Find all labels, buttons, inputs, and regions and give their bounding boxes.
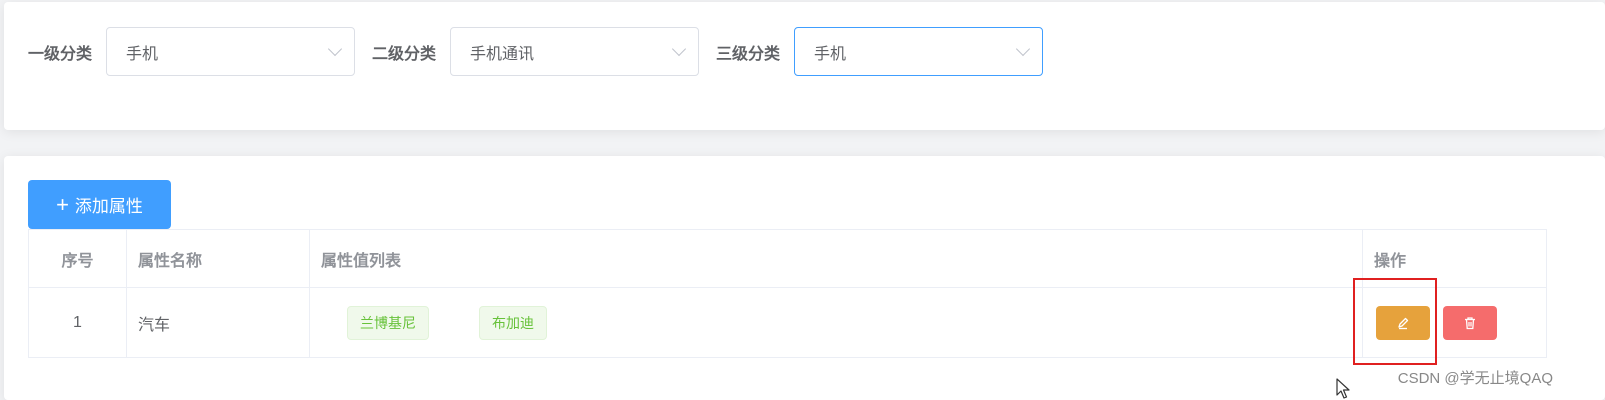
add-attribute-button[interactable]: + 添加属性 (28, 180, 171, 229)
row-index: 1 (29, 288, 127, 357)
header-index: 序号 (29, 230, 127, 287)
filter-level1: 一级分类 手机 (28, 27, 356, 76)
chevron-down-icon (327, 41, 343, 56)
chevron-down-icon (671, 41, 687, 56)
mouse-cursor-icon (1336, 378, 1350, 399)
plus-icon: + (56, 191, 69, 217)
add-attribute-label: 添加属性 (74, 197, 143, 216)
table-row: 1 汽车 兰博基尼 布加迪 (29, 288, 1546, 357)
filter-level3: 三级分类 手机 (716, 27, 1044, 76)
watermark: CSDN @学无止境QAQ (1397, 370, 1553, 387)
delete-button[interactable] (1443, 305, 1497, 340)
chevron-down-icon (1015, 41, 1031, 56)
filter-level2-label: 二级分类 (372, 45, 437, 63)
attribute-list-card: + 添加属性 序号 属性名称 属性值列表 操作 1 汽车 兰博基尼 布加迪 (4, 156, 1605, 400)
header-ops: 操作 (1374, 252, 1407, 270)
trash-icon (1465, 316, 1475, 329)
attribute-table: 序号 属性名称 属性值列表 操作 1 汽车 兰博基尼 布加迪 (28, 229, 1547, 358)
value-tag: 布加迪 (479, 305, 547, 340)
filter-level3-label: 三级分类 (716, 45, 781, 63)
filter-level2: 二级分类 手机通讯 (372, 27, 700, 76)
edit-icon (1398, 317, 1409, 329)
row-values: 兰博基尼 布加迪 (310, 288, 1363, 357)
level3-select-value: 手机 (814, 45, 847, 63)
level1-select[interactable]: 手机 (106, 27, 356, 76)
level3-select[interactable]: 手机 (794, 27, 1044, 76)
row-ops (1363, 288, 1546, 357)
value-tag: 兰博基尼 (347, 305, 429, 340)
header-values: 属性值列表 (310, 230, 1363, 287)
level2-select[interactable]: 手机通讯 (450, 27, 700, 76)
level2-select-value: 手机通讯 (470, 45, 535, 63)
category-filter-card: 一级分类 手机 二级分类 手机通讯 三级分类 手机 (4, 2, 1605, 130)
header-name: 属性名称 (127, 230, 310, 287)
value-tag-list: 兰博基尼 布加迪 (347, 305, 547, 340)
table-header-row: 序号 属性名称 属性值列表 操作 (29, 230, 1546, 288)
edit-button[interactable] (1376, 305, 1430, 340)
row-name: 汽车 (127, 288, 310, 357)
filter-level1-label: 一级分类 (28, 45, 93, 63)
level1-select-value: 手机 (126, 45, 159, 63)
